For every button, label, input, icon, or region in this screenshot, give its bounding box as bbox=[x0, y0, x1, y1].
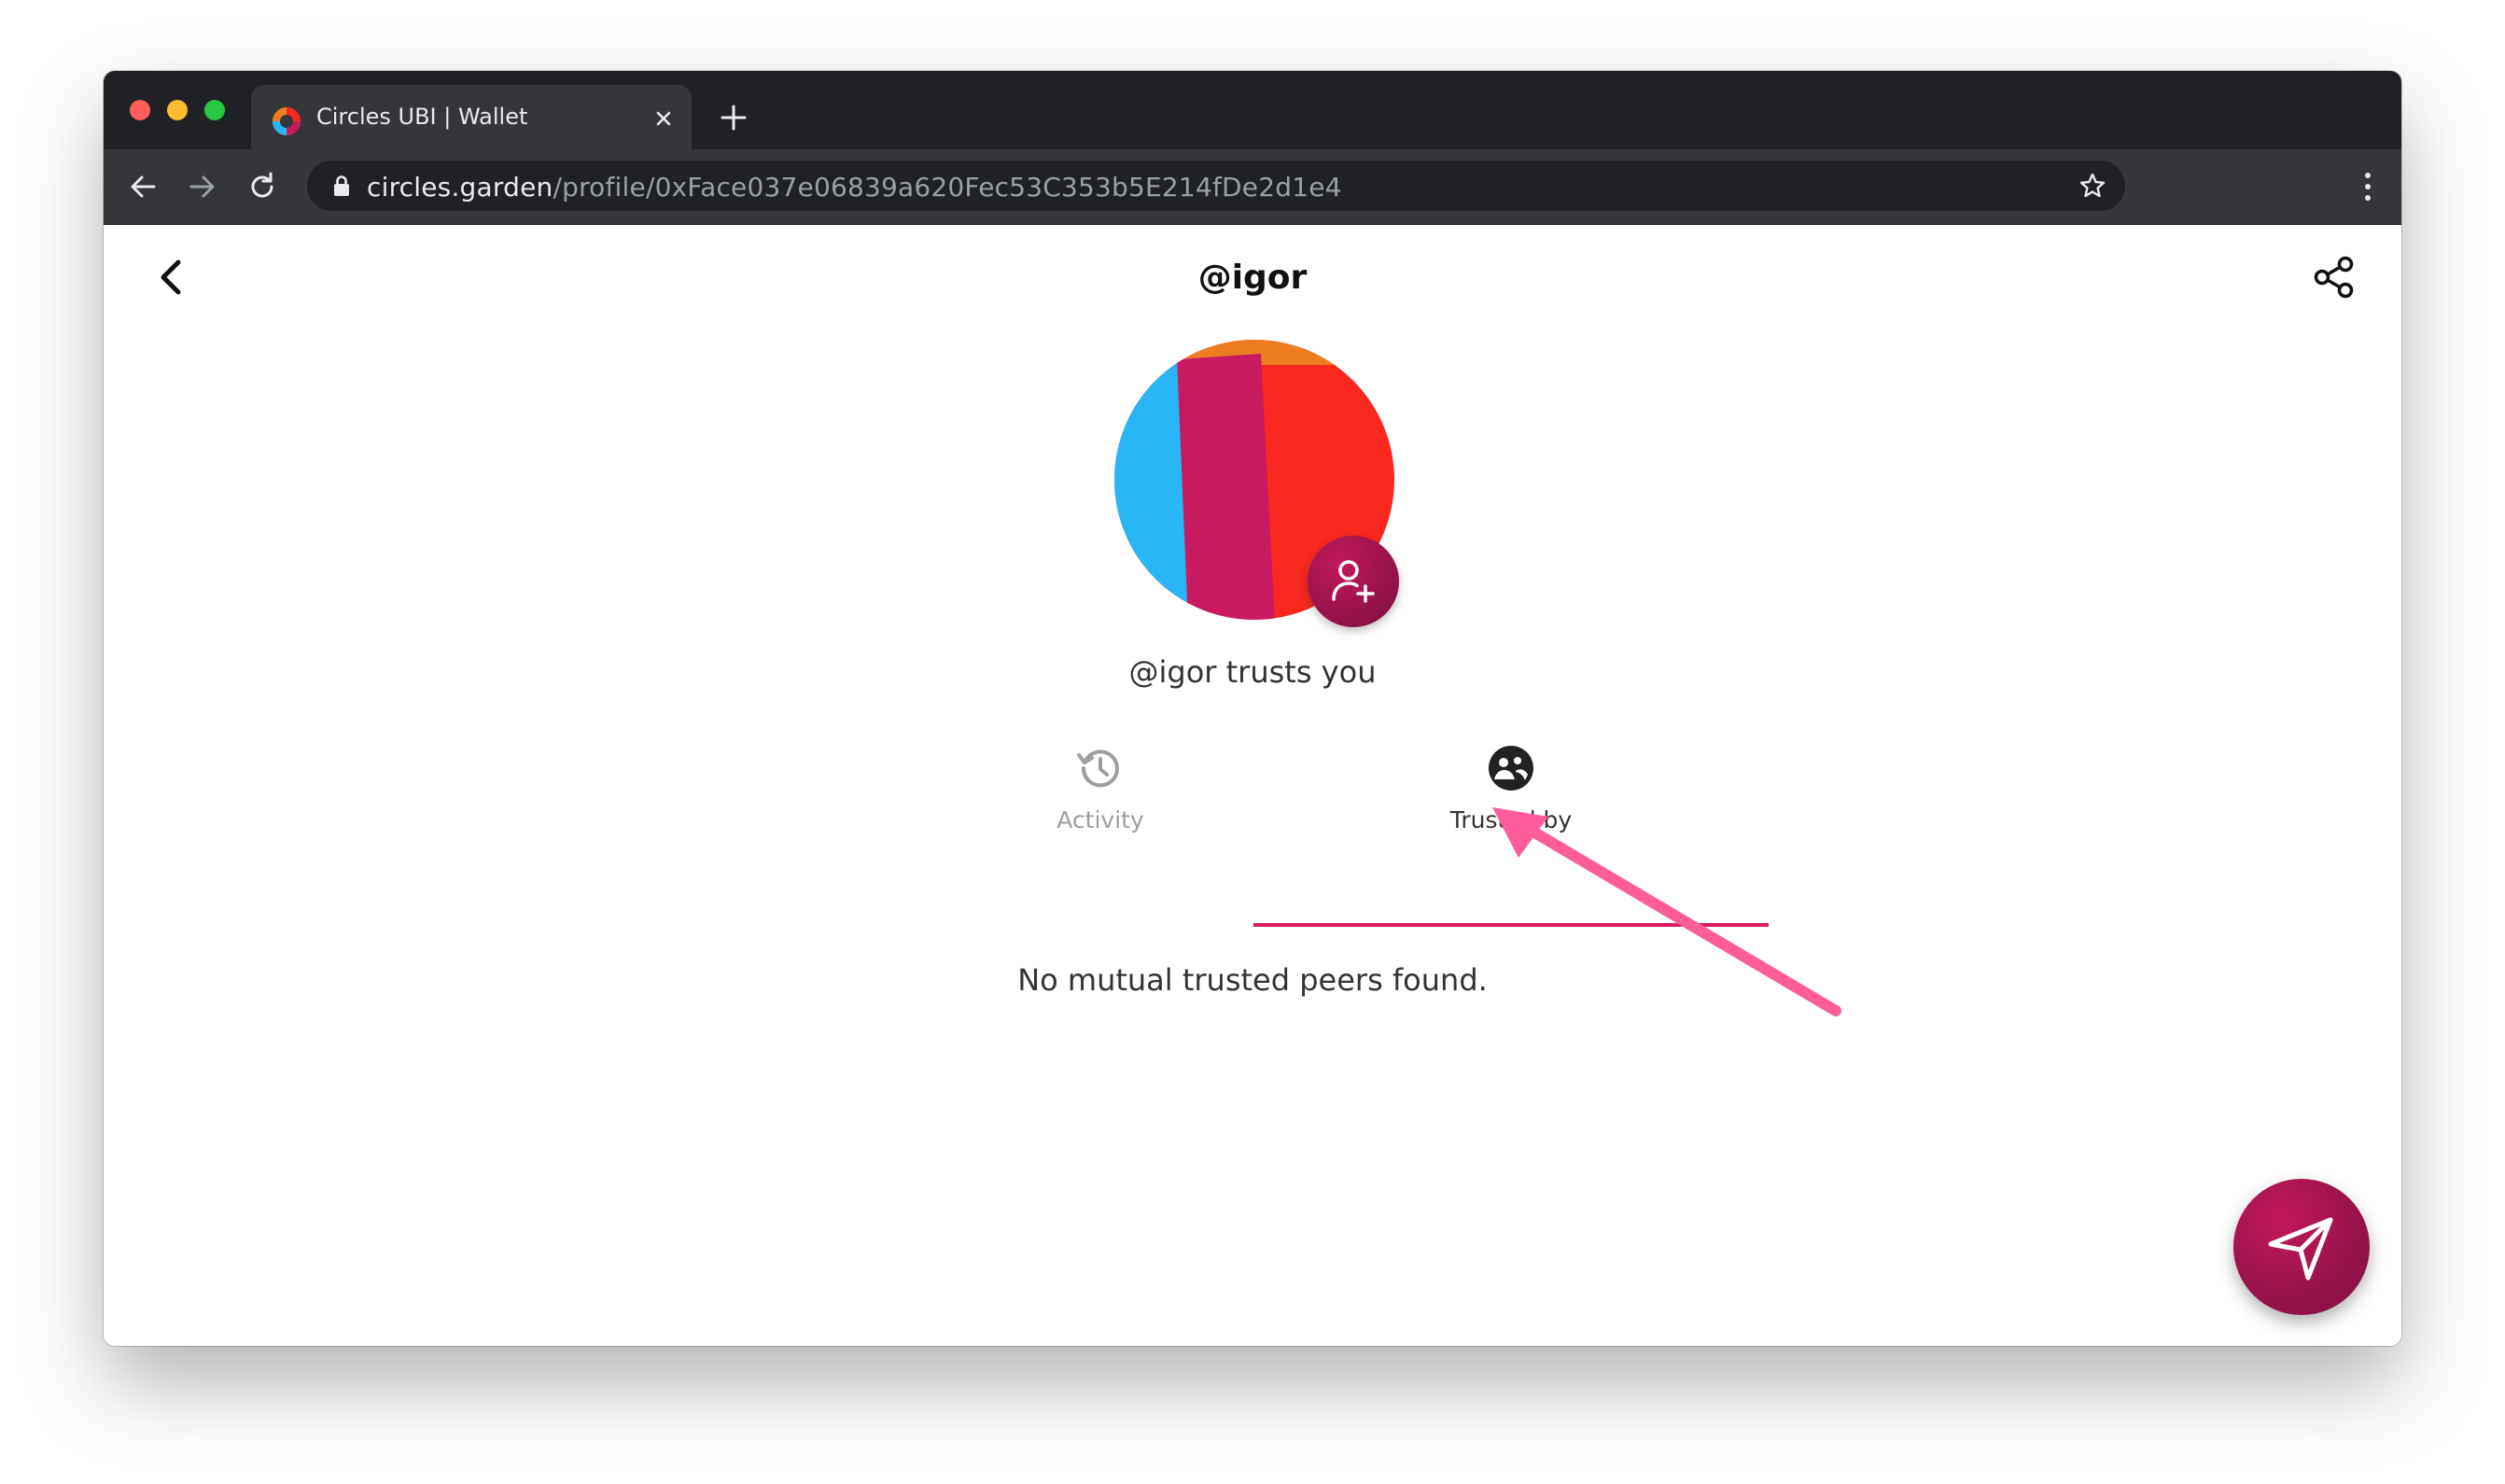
page-content: @igor @igor trusts you Activity Trusted … bbox=[104, 225, 2401, 1346]
circles-favicon-icon bbox=[273, 107, 301, 135]
trust-status-text: @igor trusts you bbox=[1128, 654, 1377, 690]
back-arrow-icon[interactable] bbox=[124, 168, 161, 205]
tab-trusted-by[interactable]: Trusted by bbox=[1253, 734, 1769, 864]
add-trust-button[interactable] bbox=[1308, 536, 1399, 627]
address-bar[interactable]: circles.garden/profile/0xFace037e06839a6… bbox=[307, 161, 2125, 211]
close-tab-icon[interactable] bbox=[651, 105, 677, 132]
browser-window: Circles UBI | Wallet circles.garden/prof… bbox=[104, 71, 2401, 1346]
page-title: @igor bbox=[1197, 259, 1308, 297]
new-tab-icon[interactable] bbox=[720, 104, 748, 132]
url-text: circles.garden/profile/0xFace037e06839a6… bbox=[367, 172, 1342, 203]
send-icon bbox=[2268, 1217, 2333, 1281]
url-host: circles.garden bbox=[367, 172, 553, 203]
tab-activity-label: Activity bbox=[1057, 806, 1144, 833]
browser-titlebar: Circles UBI | Wallet bbox=[104, 71, 2401, 149]
tab-activity[interactable]: Activity bbox=[888, 734, 1313, 864]
url-path: /profile/0xFace037e06839a620Fec53C353b5E… bbox=[553, 172, 1342, 203]
history-icon bbox=[1077, 749, 1119, 788]
lock-icon bbox=[334, 175, 349, 196]
send-button[interactable] bbox=[2233, 1179, 2370, 1315]
user-plus-icon bbox=[1332, 560, 1375, 603]
people-icon bbox=[1489, 746, 1533, 791]
browser-menu-icon[interactable] bbox=[2362, 168, 2373, 205]
maximize-window-button[interactable] bbox=[204, 100, 225, 120]
forward-arrow-icon[interactable] bbox=[184, 168, 221, 205]
tab-title: Circles UBI | Wallet bbox=[316, 104, 528, 130]
empty-state-message: No mutual trusted peers found. bbox=[1017, 962, 1488, 998]
tab-trusted-by-label: Trusted by bbox=[1449, 806, 1573, 833]
browser-toolbar: circles.garden/profile/0xFace037e06839a6… bbox=[104, 149, 2401, 225]
bookmark-star-icon[interactable] bbox=[2078, 172, 2106, 200]
share-icon[interactable] bbox=[2310, 253, 2358, 301]
reload-icon[interactable] bbox=[244, 168, 281, 205]
active-tab-indicator bbox=[1253, 923, 1769, 927]
close-window-button[interactable] bbox=[130, 100, 150, 120]
browser-tab[interactable]: Circles UBI | Wallet bbox=[251, 85, 692, 149]
minimize-window-button[interactable] bbox=[167, 100, 188, 120]
